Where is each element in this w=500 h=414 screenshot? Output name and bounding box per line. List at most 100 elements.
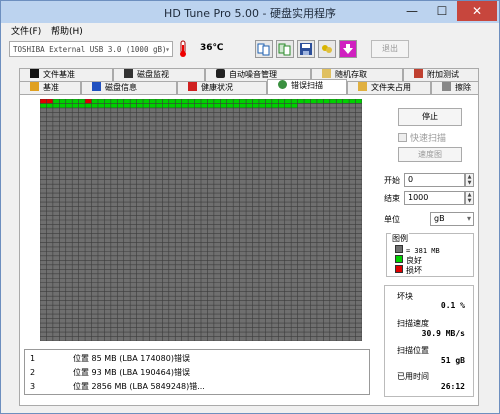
minimize-button[interactable]: —: [397, 1, 427, 21]
tab-health[interactable]: 健康状况: [177, 81, 267, 94]
close-button[interactable]: ✕: [457, 1, 497, 21]
tab-disk-info[interactable]: 磁盘信息: [81, 81, 177, 94]
good-block: [220, 99, 227, 104]
good-block: [155, 99, 163, 104]
tab-error-scan[interactable]: 错误扫描: [267, 79, 347, 94]
good-block: [220, 103, 227, 108]
error-text: 位置 85 MB (LBA 174080)错误: [73, 354, 190, 363]
end-spinner[interactable]: ▲ ▼: [465, 191, 474, 205]
good-block: [91, 99, 98, 104]
error-number: 3: [30, 382, 36, 391]
legend-group: 图例 = 381 MB 良好 损坏: [386, 233, 474, 277]
checkbox-label: 快速扫描: [410, 134, 447, 144]
start-input[interactable]: 0: [404, 173, 465, 187]
drive-select[interactable]: TOSHIBA External USB 3.0 (1000 gB) ▾: [9, 41, 173, 57]
tab-extra-tests[interactable]: 附加测试: [403, 68, 479, 81]
good-block: [175, 99, 182, 104]
good-block: [123, 103, 131, 108]
end-input[interactable]: 1000: [404, 191, 465, 205]
good-block: [233, 103, 240, 108]
options-icon[interactable]: [318, 40, 336, 58]
speed-value: 30.9 MB/s: [421, 329, 465, 338]
tab-benchmark[interactable]: 基准: [19, 81, 81, 94]
copy-screenshot-icon[interactable]: [276, 40, 294, 58]
health-cross-icon: [188, 82, 197, 91]
position-value: 51 gB: [440, 356, 465, 365]
folder-icon: [358, 82, 367, 91]
good-block: [239, 99, 247, 104]
tab-label: 基准: [43, 83, 59, 92]
good-block: [226, 99, 234, 104]
good-block: [316, 99, 324, 104]
good-block: [252, 103, 259, 108]
save-icon[interactable]: [297, 40, 315, 58]
unit-select[interactable]: gB ▾: [430, 212, 474, 226]
tab-folder-usage[interactable]: 文件夹占用: [347, 81, 431, 94]
stop-button[interactable]: 停止: [398, 108, 462, 126]
good-block: [329, 99, 337, 104]
good-block: [265, 99, 272, 104]
good-block: [162, 99, 169, 104]
legend-swatch-bad: [395, 265, 403, 273]
good-block: [349, 99, 356, 104]
good-block: [52, 99, 60, 104]
good-block: [194, 99, 201, 104]
good-block: [271, 99, 279, 104]
error-list[interactable]: 1 位置 85 MB (LBA 174080)错误 2 位置 93 MB (LBA …: [24, 349, 370, 395]
good-block: [258, 103, 266, 108]
start-label: 开始: [384, 176, 400, 185]
good-block: [143, 103, 150, 108]
good-block: [65, 103, 73, 108]
copy-text-icon[interactable]: [255, 40, 273, 58]
good-block: [168, 103, 176, 108]
good-block: [188, 103, 195, 108]
list-item[interactable]: 3 位置 2856 MB (LBA 5849248)错...: [25, 380, 365, 394]
good-block: [130, 99, 137, 104]
good-block: [213, 99, 221, 104]
good-block: [258, 99, 266, 104]
checkbox-box[interactable]: [398, 133, 407, 142]
tab-erase[interactable]: 擦除: [431, 81, 479, 94]
good-block: [97, 99, 105, 104]
good-block: [130, 103, 137, 108]
menu-file[interactable]: 文件(F): [11, 24, 41, 37]
title-bar[interactable]: HD Tune Pro 5.00 - 硬盘实用程序 — ☐ ✕: [1, 1, 499, 23]
maximize-button[interactable]: ☐: [427, 1, 457, 21]
good-block: [194, 103, 201, 108]
tab-label: 健康状况: [201, 83, 233, 92]
quick-scan-checkbox[interactable]: 快速扫描: [398, 131, 478, 144]
good-block: [304, 99, 311, 104]
good-block: [162, 103, 169, 108]
good-block: [149, 99, 156, 104]
legend-bad-text: 损坏: [406, 266, 422, 275]
legend-title: 图例: [391, 233, 409, 244]
down-arrow-icon[interactable]: [339, 40, 357, 58]
tab-label: 文件基准: [43, 70, 75, 79]
legend-bad: 损坏: [395, 265, 422, 276]
good-block: [155, 103, 163, 108]
speed-map-button[interactable]: 速度图: [398, 147, 462, 162]
exit-button[interactable]: 退出: [371, 40, 409, 58]
app-window: HD Tune Pro 5.00 - 硬盘实用程序 — ☐ ✕ 文件(F) 帮助…: [0, 0, 500, 414]
menu-help[interactable]: 帮助(H): [51, 24, 83, 37]
tab-file-benchmark[interactable]: 文件基准: [19, 68, 113, 81]
magnifier-icon: [278, 80, 287, 89]
good-block: [278, 103, 285, 108]
legend-block-size: = 381 MB: [395, 245, 440, 255]
good-block: [181, 99, 189, 104]
good-block: [110, 103, 118, 108]
good-block: [213, 103, 221, 108]
damaged-value: 0.1 %: [440, 301, 465, 310]
tab-row-top: 文件基准 磁盘监视 自动噪音管理 随机存取 附加测试: [19, 68, 479, 81]
elapsed-time-value: 26:12: [440, 382, 465, 391]
bad-block: [40, 99, 47, 104]
tab-disk-monitor[interactable]: 磁盘监视: [113, 68, 205, 81]
start-spinner[interactable]: ▲ ▼: [465, 173, 474, 187]
good-block: [246, 99, 253, 104]
tab-label: 文件夹占用: [371, 83, 411, 92]
list-item[interactable]: 2 位置 93 MB (LBA 190464)错误: [25, 366, 365, 380]
erase-icon: [442, 82, 451, 91]
good-block: [72, 99, 79, 104]
legend-good-text: 良好: [406, 256, 422, 265]
list-item[interactable]: 1 位置 85 MB (LBA 174080)错误: [25, 352, 365, 366]
